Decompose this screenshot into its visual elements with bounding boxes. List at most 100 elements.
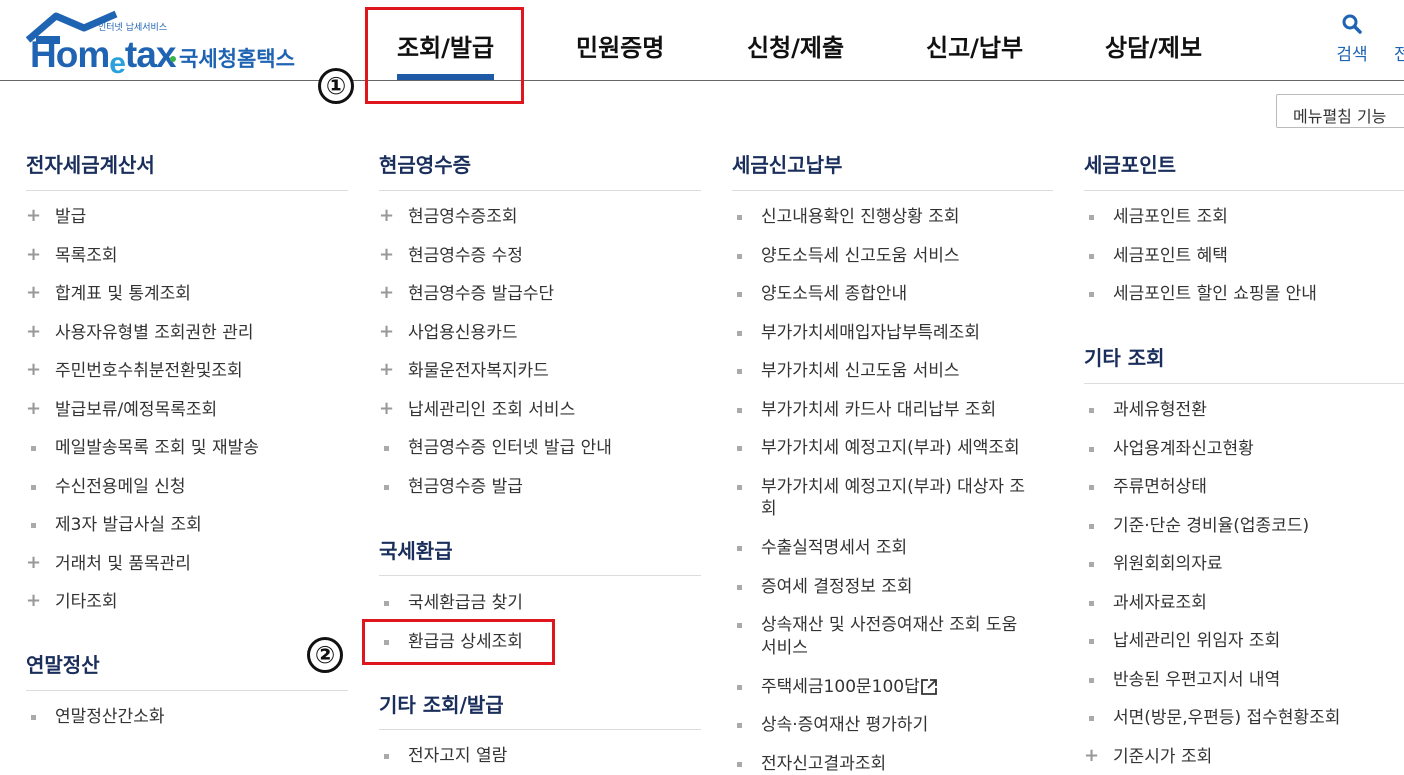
menu-item-label: 수출실적명세서 조회 — [761, 538, 908, 558]
plus-icon: + — [26, 282, 42, 303]
plus-icon: + — [379, 397, 395, 419]
section-title-refund[interactable]: 국세환급 — [379, 535, 453, 564]
search-button[interactable]: 검색 — [1332, 14, 1372, 65]
logo-dot — [170, 56, 176, 62]
section-divider — [379, 190, 701, 191]
square-bullet-icon — [732, 437, 748, 459]
square-bullet-icon — [1084, 399, 1100, 421]
menu-item-label: 거래처 및 품목관리 — [55, 553, 191, 574]
square-bullet-icon — [26, 476, 42, 498]
section-divider — [1084, 190, 1404, 191]
annotation-step-1: ① — [318, 68, 354, 104]
plus-icon: + — [379, 359, 395, 380]
menu-item-label: 기준·단순 경비율(업종코드) — [1113, 515, 1310, 536]
square-bullet-icon — [1084, 630, 1100, 652]
menu-item-label: 수신전용메일 신청 — [55, 476, 186, 497]
menu-item-label: 제3자 발급사실 조회 — [55, 515, 202, 535]
menu-item-label: 메일발송목록 조회 및 재발송 — [55, 438, 259, 458]
menu-item-label: 전자고지 열람 — [408, 746, 508, 766]
nav-cut-item[interactable]: 전 — [1394, 40, 1404, 65]
plus-icon: + — [379, 243, 395, 265]
square-bullet-icon — [732, 476, 748, 498]
section-title-other-issue[interactable]: 기타 조회/발급 — [379, 689, 504, 718]
menu-item-label: 사용자유형별 조회권한 관리 — [55, 322, 254, 343]
nav-civil-certificate[interactable]: 민원증명 — [576, 28, 664, 63]
square-bullet-icon — [1084, 515, 1100, 537]
section-divider — [1084, 383, 1404, 384]
menu-item-label: 세금포인트 혜택 — [1113, 245, 1228, 266]
menu-item-label: 화물운전자복지카드 — [408, 361, 549, 381]
search-icon — [1342, 14, 1362, 34]
square-bullet-icon — [1084, 206, 1100, 228]
square-bullet-icon — [26, 437, 42, 459]
section-divider — [26, 190, 348, 191]
section-title-other-lookup[interactable]: 기타 조회 — [1084, 342, 1165, 371]
nav-apply-submit[interactable]: 신청/제출 — [747, 28, 844, 63]
header: 인터넷 납세서비스 Hometax 국세청홈택스 조회/발급 민원증명 신청/제… — [0, 0, 1404, 81]
section-divider — [379, 729, 701, 730]
menu-item-label: 과세유형전환 — [1113, 400, 1207, 420]
plus-icon: + — [26, 205, 42, 226]
section-divider — [732, 190, 1053, 191]
menu-item-label: 양도소득세 종합안내 — [761, 284, 908, 304]
plus-icon: + — [379, 205, 395, 226]
plus-icon: + — [26, 397, 42, 419]
menu-item-label: 세금포인트 할인 쇼핑몰 안내 — [1113, 284, 1317, 304]
nav-consult-report[interactable]: 상담/제보 — [1105, 28, 1202, 63]
square-bullet-icon — [1084, 283, 1100, 305]
square-bullet-icon — [732, 576, 748, 598]
menu-item-label: 사업용계좌신고현황 — [1113, 438, 1254, 459]
square-bullet-icon — [732, 322, 748, 344]
menu-item-label: 상속·증여재산 평가하기 — [761, 715, 929, 735]
menu-item-label: 부가가치세 예정고지(부과) 세액조회 — [761, 438, 1020, 458]
plus-icon: + — [379, 282, 395, 303]
menu-item-label: 부가가치세 카드사 대리납부 조회 — [761, 399, 997, 420]
menu-item-continuation[interactable]: 회 — [761, 498, 777, 520]
logo-korean-name: 국세청홈택스 — [179, 47, 295, 71]
logo-subtitle: 인터넷 납세서비스 — [98, 23, 168, 33]
square-bullet-icon — [26, 514, 42, 536]
square-bullet-icon — [732, 714, 748, 736]
square-bullet-icon — [732, 283, 748, 305]
menu-item-label: 반송된 우편고지서 내역 — [1113, 669, 1281, 690]
section-title-tax-point[interactable]: 세금포인트 — [1084, 149, 1176, 178]
square-bullet-icon — [1084, 553, 1100, 575]
menu-item-label: 서면(방문,우편등) 접수현황조회 — [1113, 708, 1341, 728]
menu-item-label: 과세자료조회 — [1113, 592, 1207, 613]
plus-icon: + — [26, 320, 42, 342]
menu-item-label: 부가가치세매입자납부특례조회 — [761, 322, 980, 343]
square-bullet-icon — [1084, 669, 1100, 691]
annotation-step-2: ② — [307, 637, 343, 673]
section-title-year-end[interactable]: 연말정산 — [26, 649, 100, 678]
menu-item-label: 목록조회 — [55, 245, 118, 266]
menu-item-label: 기준시가 조회 — [1113, 746, 1213, 767]
square-bullet-icon — [732, 245, 748, 267]
menu-item-label: 사업용신용카드 — [408, 322, 518, 343]
plus-icon: + — [1084, 744, 1100, 766]
square-bullet-icon — [732, 399, 748, 421]
external-link-icon — [921, 678, 937, 695]
menu-item-label: 전자신고결과조회 — [761, 753, 887, 774]
menu-item-label: 현금영수증 수정 — [408, 245, 523, 266]
menu-item-label: 현금영수증 발급 — [408, 476, 523, 497]
section-title-cash-receipt[interactable]: 현금영수증 — [379, 149, 471, 178]
plus-icon: + — [26, 359, 42, 380]
square-bullet-icon — [1084, 245, 1100, 267]
square-bullet-icon — [732, 360, 748, 382]
menu-item-label: 합계표 및 통계조회 — [55, 284, 191, 304]
square-bullet-icon — [379, 592, 395, 614]
menu-item-continuation[interactable]: 서비스 — [761, 637, 808, 659]
hometax-logo[interactable]: 인터넷 납세서비스 Hometax 국세청홈택스 — [26, 10, 306, 80]
square-bullet-icon — [379, 476, 395, 498]
square-bullet-icon — [732, 676, 748, 698]
menu-expand-button[interactable]: 메뉴펼침 기능 — [1276, 94, 1404, 128]
menu-item-label: 발급 — [55, 207, 87, 227]
plus-icon: + — [379, 320, 395, 342]
section-title-tax-report[interactable]: 세금신고납부 — [732, 149, 842, 178]
section-title-tax-invoice[interactable]: 전자세금계산서 — [26, 149, 155, 178]
nav-report-pay[interactable]: 신고/납부 — [926, 28, 1023, 63]
square-bullet-icon — [379, 437, 395, 459]
menu-item-label: 연말정산간소화 — [55, 707, 165, 727]
square-bullet-icon — [732, 753, 748, 775]
highlight-box-refund-detail — [362, 619, 555, 665]
